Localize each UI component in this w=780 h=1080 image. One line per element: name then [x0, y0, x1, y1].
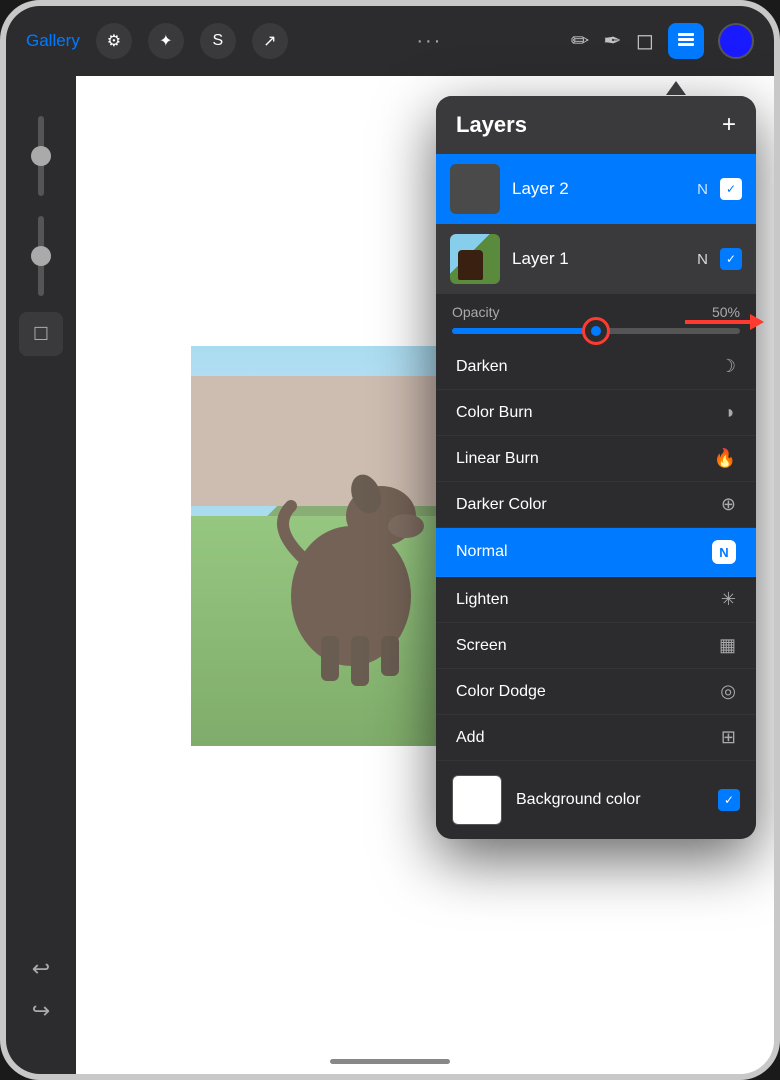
layers-stack-icon [676, 31, 696, 51]
opacity-slider-thumb[interactable] [582, 317, 610, 345]
opacity-sidebar-slider[interactable] [38, 216, 44, 296]
opacity-track [38, 216, 44, 296]
blend-mode-label: Lighten [456, 591, 509, 609]
gallery-button[interactable]: Gallery [26, 31, 80, 51]
blend-mode-linear-burn[interactable]: Linear Burn 🔥 [436, 436, 756, 482]
blend-mode-icon: ▦ [719, 635, 736, 656]
blend-mode-label: Linear Burn [456, 450, 539, 468]
sidebar-bottom: ↩ ↪ [32, 956, 50, 1054]
layer-2-item[interactable]: Layer 2 N ✓ [436, 154, 756, 224]
opacity-thumb-inner [591, 326, 601, 336]
opacity-slider-fill [452, 328, 596, 334]
arrow-line [685, 320, 750, 324]
layer-2-name: Layer 2 [512, 179, 685, 199]
blend-mode-darken[interactable]: Darken ☽ [436, 344, 756, 390]
redo-button[interactable]: ↪ [32, 998, 50, 1024]
layer-1-name: Layer 1 [512, 249, 685, 269]
opacity-label: Opacity [452, 304, 499, 320]
layer-1-mode: N [697, 251, 708, 268]
layer-1-checkbox[interactable]: ✓ [720, 248, 742, 270]
layer-2-checkbox[interactable]: ✓ [720, 178, 742, 200]
blend-mode-icon: ☽ [720, 356, 736, 377]
layer-2-mode: N [697, 181, 708, 198]
blend-mode-icon: 🔥 [714, 448, 736, 469]
layer-1-item[interactable]: Layer 1 N ✓ [436, 224, 756, 294]
blend-mode-darker-color[interactable]: Darker Color ⊕ [436, 482, 756, 528]
layers-header: Layers + [436, 96, 756, 154]
eraser-icon[interactable]: ◻ [636, 28, 654, 54]
blend-mode-label: Darker Color [456, 496, 547, 514]
layers-panel: Layers + Layer 2 N ✓ Layer 1 N ✓ Opacity… [436, 96, 756, 839]
left-sidebar: ☐ ↩ ↪ [6, 76, 76, 1074]
move-icon[interactable]: ↗ [252, 23, 288, 59]
layer-2-thumbnail [450, 164, 500, 214]
blend-mode-label: Add [456, 729, 484, 747]
blend-mode-icon: ⊞ [721, 727, 736, 748]
more-menu[interactable]: ··· [416, 30, 442, 53]
dog-svg [251, 436, 451, 686]
bg-color-swatch[interactable] [452, 775, 502, 825]
blend-mode-add[interactable]: Add ⊞ [436, 715, 756, 761]
layers-title: Layers [456, 112, 527, 138]
blend-modes-list: Darken ☽ Color Burn ◗ Linear Burn 🔥 Darker Col… [436, 344, 756, 761]
toolbar-center: ··· [288, 30, 571, 53]
arrow-head [750, 314, 764, 330]
add-layer-button[interactable]: + [722, 113, 736, 137]
bg-color-row: Background color ✓ [436, 761, 756, 839]
bg-color-label: Background color [516, 791, 704, 809]
layers-button[interactable] [668, 23, 704, 59]
size-thumb [31, 146, 51, 166]
layer-1-thumbnail [450, 234, 500, 284]
arrow-annotation [685, 314, 750, 330]
blend-mode-icon: ✳ [721, 589, 736, 610]
panel-indicator-arrow [666, 81, 686, 95]
blend-mode-color-burn[interactable]: Color Burn ◗ [436, 390, 756, 436]
wrench-icon[interactable]: ⚙ [96, 23, 132, 59]
blend-mode-label: Darken [456, 358, 508, 376]
ipad-frame: Gallery ⚙ ✦ S ↗ ··· ✏ ✒ ◻ [0, 0, 780, 1080]
magic-icon[interactable]: ✦ [148, 23, 184, 59]
smudge-icon[interactable]: ✒ [603, 28, 621, 54]
blend-mode-label: Screen [456, 637, 507, 655]
blend-mode-label: Color Burn [456, 404, 532, 422]
undo-button[interactable]: ↩ [32, 956, 50, 982]
top-toolbar: Gallery ⚙ ✦ S ↗ ··· ✏ ✒ ◻ [6, 6, 774, 76]
blend-mode-normal[interactable]: Normal N [436, 528, 756, 577]
lasso-icon[interactable]: S [200, 23, 236, 59]
brush-size-slider[interactable] [38, 116, 44, 196]
blend-mode-label: Normal [456, 543, 508, 561]
blend-mode-icon: ◗ [725, 402, 736, 423]
shape-tool[interactable]: ☐ [19, 312, 63, 356]
color-picker[interactable] [718, 23, 754, 59]
blend-mode-lighten[interactable]: Lighten ✳ [436, 577, 756, 623]
bg-color-checkbox[interactable]: ✓ [718, 789, 740, 811]
size-track [38, 116, 44, 196]
active-blend-badge: N [712, 540, 736, 564]
blend-mode-icon: ⊕ [721, 494, 736, 515]
toolbar-right: ✏ ✒ ◻ [571, 23, 754, 59]
brush-icon[interactable]: ✏ [571, 28, 589, 54]
toolbar-left: Gallery ⚙ ✦ S ↗ [26, 23, 288, 59]
blend-mode-icon: ◎ [720, 681, 736, 702]
blend-mode-screen[interactable]: Screen ▦ [436, 623, 756, 669]
blend-mode-color-dodge[interactable]: Color Dodge ◎ [436, 669, 756, 715]
blend-mode-label: Color Dodge [456, 683, 546, 701]
opacity-thumb [31, 246, 51, 266]
home-indicator [330, 1059, 450, 1064]
